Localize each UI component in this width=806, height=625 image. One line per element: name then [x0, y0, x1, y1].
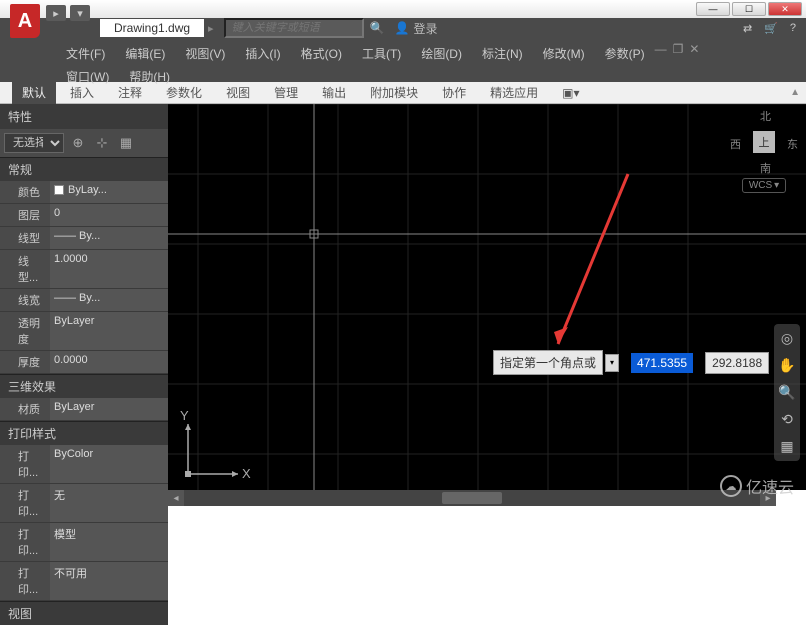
tab-dropdown-icon[interactable]: ▸: [204, 22, 218, 35]
pan-icon[interactable]: ✋: [778, 357, 795, 374]
color-swatch-icon: [54, 185, 64, 195]
menubar: 文件(F) 编辑(E) 视图(V) 插入(I) 格式(O) 工具(T) 绘图(D…: [0, 38, 806, 82]
section-plotstyle[interactable]: 打印样式: [0, 421, 168, 445]
menu-draw[interactable]: 绘图(D): [411, 42, 472, 65]
zoom-icon[interactable]: 🔍: [778, 384, 795, 401]
steering-wheel-icon[interactable]: ◎: [781, 330, 793, 347]
selection-dropdown[interactable]: 无选择: [4, 133, 64, 153]
ribbon-tab-annotate[interactable]: 注释: [108, 81, 152, 104]
window-maximize-button[interactable]: ☐: [732, 2, 766, 16]
chevron-down-icon: ▾: [774, 180, 779, 191]
help-icon[interactable]: ?: [790, 22, 796, 35]
window-minimize-button[interactable]: —: [696, 2, 730, 16]
cart-icon[interactable]: 🛒: [764, 22, 778, 35]
compass-north: 北: [760, 108, 771, 124]
showmotion-icon[interactable]: ▦: [780, 438, 793, 455]
prop-row-plot4[interactable]: 打印...不可用: [0, 562, 168, 601]
prop-row-lineweight[interactable]: 线宽—— By...: [0, 289, 168, 312]
mdi-minimize-icon[interactable]: —: [655, 42, 667, 65]
compass-east: 东: [787, 136, 798, 152]
properties-panel: 特性 无选择 ⊕ ⊹ ▦ 常规 颜色ByLay... 图层0 线型—— By..…: [0, 104, 168, 490]
menu-param[interactable]: 参数(P): [595, 42, 655, 65]
section-view[interactable]: 视图: [0, 601, 168, 625]
prop-row-plot2[interactable]: 打印...无: [0, 484, 168, 523]
login-label: 登录: [413, 20, 437, 37]
svg-text:Y: Y: [180, 408, 189, 423]
prop-row-plot1[interactable]: 打印...ByColor: [0, 445, 168, 484]
menu-edit[interactable]: 编辑(E): [115, 42, 175, 65]
ribbon-tab-parametric[interactable]: 参数化: [156, 81, 212, 104]
command-options-dropdown[interactable]: ▾: [605, 354, 619, 372]
coord-x-input[interactable]: 471.5355: [631, 353, 693, 373]
menu-dimension[interactable]: 标注(N): [472, 42, 533, 65]
watermark-cloud-icon: ☁: [720, 475, 742, 497]
select-objects-icon[interactable]: ⊹: [92, 133, 112, 153]
command-prompt-label: 指定第一个角点或: [493, 350, 603, 375]
ribbon-collapse-icon[interactable]: ▲: [790, 87, 806, 98]
qat-menu-button[interactable]: ▸: [46, 5, 66, 21]
dynamic-input-tooltip: 指定第一个角点或 ▾ 471.5355 292.8188: [493, 350, 769, 375]
ribbon-tab-manage[interactable]: 管理: [264, 81, 308, 104]
compass-south: 南: [760, 160, 771, 176]
horizontal-scrollbar[interactable]: ◂ ▸: [168, 490, 776, 506]
menu-insert[interactable]: 插入(I): [235, 42, 290, 65]
prop-row-transparency[interactable]: 透明度ByLayer: [0, 312, 168, 351]
crosshair-cursor: [168, 104, 806, 490]
navigation-bar: ◎ ✋ 🔍 ⟲ ▦: [774, 324, 800, 461]
menu-format[interactable]: 格式(O): [291, 42, 352, 65]
qat-dropdown-button[interactable]: ▾: [70, 5, 90, 21]
menu-tools[interactable]: 工具(T): [352, 42, 411, 65]
ribbon-tab-insert[interactable]: 插入: [60, 81, 104, 104]
mdi-restore-icon[interactable]: ❐: [673, 42, 684, 65]
orbit-icon[interactable]: ⟲: [781, 411, 793, 428]
document-tab[interactable]: Drawing1.dwg: [100, 19, 204, 37]
ribbon-tab-more[interactable]: ▣▾: [552, 83, 589, 103]
viewcube[interactable]: 北 南 东 西 上 WCS▾: [728, 112, 800, 232]
ribbon-tab-featured[interactable]: 精选应用: [480, 81, 548, 104]
menu-view[interactable]: 视图(V): [175, 42, 235, 65]
wcs-dropdown[interactable]: WCS▾: [742, 178, 786, 193]
login-button[interactable]: 👤 登录: [395, 20, 438, 37]
quick-select-icon[interactable]: ⊕: [68, 133, 88, 153]
grid: [168, 104, 806, 490]
ucs-icon: X Y: [180, 408, 251, 481]
section-3d[interactable]: 三维效果: [0, 374, 168, 398]
binoculars-icon[interactable]: 🔍: [370, 21, 385, 35]
ribbon-tab-default[interactable]: 默认: [12, 81, 56, 104]
title-strip: Drawing1.dwg ▸ 🔍 👤 登录 ⇄ 🛒 ?: [0, 18, 806, 38]
prop-row-linescale[interactable]: 线型...1.0000: [0, 250, 168, 289]
prop-row-material[interactable]: 材质ByLayer: [0, 398, 168, 421]
compass-west: 西: [730, 136, 741, 152]
person-icon: 👤: [395, 21, 410, 35]
ribbon-tab-view[interactable]: 视图: [216, 81, 260, 104]
prop-row-linetype[interactable]: 线型—— By...: [0, 227, 168, 250]
scrollbar-thumb[interactable]: [442, 492, 502, 504]
coord-y-input[interactable]: 292.8188: [705, 352, 769, 374]
search-input[interactable]: [224, 18, 364, 38]
menu-file[interactable]: 文件(F): [56, 42, 115, 65]
prop-row-color[interactable]: 颜色ByLay...: [0, 181, 168, 204]
scroll-left-icon[interactable]: ◂: [168, 490, 184, 506]
app-logo[interactable]: A: [10, 4, 40, 38]
ribbon-tab-collab[interactable]: 协作: [432, 81, 476, 104]
window-close-button[interactable]: ✕: [768, 2, 802, 16]
os-titlebar: — ☐ ✕: [0, 0, 806, 18]
drawing-canvas[interactable]: X Y 指定第一个角点或 ▾ 471.5355 292.8188 北 南 东 西…: [168, 104, 806, 490]
quick-access-toolbar: ▸ ▾: [46, 5, 90, 21]
prop-row-plot3[interactable]: 打印...模型: [0, 523, 168, 562]
menu-modify[interactable]: 修改(M): [533, 42, 595, 65]
ribbon-tab-addon[interactable]: 附加模块: [360, 81, 428, 104]
ribbon-tab-output[interactable]: 输出: [312, 81, 356, 104]
watermark-text: 亿速云: [746, 474, 794, 498]
viewcube-top-face[interactable]: 上: [753, 131, 775, 153]
prop-row-thickness[interactable]: 厚度0.0000: [0, 351, 168, 374]
section-general[interactable]: 常规: [0, 157, 168, 181]
prop-row-layer[interactable]: 图层0: [0, 204, 168, 227]
exchange-icon[interactable]: ⇄: [743, 22, 752, 35]
properties-title: 特性: [0, 104, 168, 129]
watermark: ☁ 亿速云: [720, 474, 794, 498]
quick-calc-icon[interactable]: ▦: [116, 133, 136, 153]
svg-text:X: X: [242, 466, 251, 481]
mdi-close-icon[interactable]: ✕: [689, 42, 699, 65]
